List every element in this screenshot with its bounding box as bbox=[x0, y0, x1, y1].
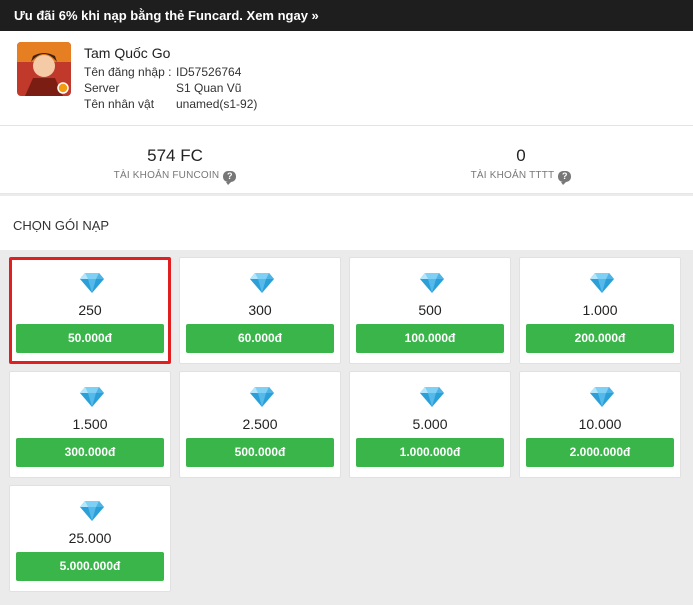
login-label: Tên đăng nhập : bbox=[84, 65, 172, 79]
character-value: unamed(s1-92) bbox=[176, 97, 258, 111]
package-amount: 2.500 bbox=[242, 416, 278, 432]
package-card[interactable]: 10.000 2.000.000đ bbox=[519, 371, 681, 478]
tttt-value: 0 bbox=[516, 146, 526, 165]
package-amount: 25.000 bbox=[68, 530, 112, 546]
package-amount: 250 bbox=[78, 302, 102, 318]
package-amount: 1.500 bbox=[72, 416, 108, 432]
price-button[interactable]: 2.000.000đ bbox=[526, 438, 674, 467]
diamond-icon bbox=[589, 272, 615, 294]
diamond-icon bbox=[249, 386, 275, 408]
price-button[interactable]: 1.000.000đ bbox=[356, 438, 504, 467]
package-amount: 1.000 bbox=[582, 302, 618, 318]
price-button[interactable]: 60.000đ bbox=[186, 324, 334, 353]
server-value: S1 Quan Vũ bbox=[176, 81, 242, 95]
game-name: Tam Quốc Go bbox=[84, 45, 171, 61]
package-card[interactable]: 1.500 300.000đ bbox=[9, 371, 171, 478]
character-label: Tên nhân vật bbox=[84, 97, 155, 111]
game-avatar-icon bbox=[17, 42, 71, 96]
price-button[interactable]: 300.000đ bbox=[16, 438, 164, 467]
funcoin-label: TÀI KHOẢN FUNCOIN? bbox=[75, 170, 275, 185]
package-grid: 250 50.000đ 300 60.000đ 500 100.000đ 1.000 200.… bbox=[0, 250, 693, 605]
balance-panel: 574 FC TÀI KHOẢN FUNCOIN? 0 TÀI KHOẢN TT… bbox=[0, 126, 693, 194]
package-card[interactable]: 5.000 1.000.000đ bbox=[349, 371, 511, 478]
price-button[interactable]: 500.000đ bbox=[186, 438, 334, 467]
price-button[interactable]: 5.000.000đ bbox=[16, 552, 164, 581]
server-row: Server S1 Quan Vũ bbox=[84, 81, 241, 95]
package-card[interactable]: 2.500 500.000đ bbox=[179, 371, 341, 478]
package-amount: 500 bbox=[418, 302, 442, 318]
promo-banner[interactable]: Ưu đãi 6% khi nạp bằng thẻ Funcard. Xem … bbox=[0, 0, 693, 31]
diamond-icon bbox=[419, 386, 445, 408]
help-icon[interactable]: ? bbox=[558, 171, 572, 185]
diamond-icon bbox=[249, 272, 275, 294]
help-icon[interactable]: ? bbox=[223, 171, 237, 185]
server-label: Server bbox=[84, 81, 120, 95]
price-button[interactable]: 200.000đ bbox=[526, 324, 674, 353]
login-value: ID57526764 bbox=[176, 65, 242, 79]
package-amount: 10.000 bbox=[578, 416, 622, 432]
package-card[interactable]: 500 100.000đ bbox=[349, 257, 511, 364]
package-card[interactable]: 250 50.000đ bbox=[9, 257, 171, 364]
diamond-icon bbox=[79, 272, 105, 294]
diamond-icon bbox=[419, 272, 445, 294]
game-info-panel: Tam Quốc Go Tên đăng nhập : ID57526764 Se… bbox=[0, 31, 693, 126]
tttt-label: TÀI KHOẢN TTTT? bbox=[421, 170, 621, 185]
package-card[interactable]: 300 60.000đ bbox=[179, 257, 341, 364]
character-row: Tên nhân vật unamed(s1-92) bbox=[84, 97, 257, 111]
funcoin-value: 574 FC bbox=[147, 146, 203, 165]
package-card[interactable]: 25.000 5.000.000đ bbox=[9, 485, 171, 592]
price-button[interactable]: 100.000đ bbox=[356, 324, 504, 353]
funcoin-balance: 574 FC TÀI KHOẢN FUNCOIN? bbox=[75, 146, 275, 185]
section-title: CHỌN GÓI NẠP bbox=[0, 196, 693, 250]
package-amount: 5.000 bbox=[412, 416, 448, 432]
tttt-balance: 0 TÀI KHOẢN TTTT? bbox=[421, 146, 621, 185]
login-row: Tên đăng nhập : ID57526764 bbox=[84, 65, 241, 79]
price-button[interactable]: 50.000đ bbox=[16, 324, 164, 353]
package-card[interactable]: 1.000 200.000đ bbox=[519, 257, 681, 364]
diamond-icon bbox=[79, 386, 105, 408]
diamond-icon bbox=[589, 386, 615, 408]
diamond-icon bbox=[79, 500, 105, 522]
package-amount: 300 bbox=[248, 302, 272, 318]
